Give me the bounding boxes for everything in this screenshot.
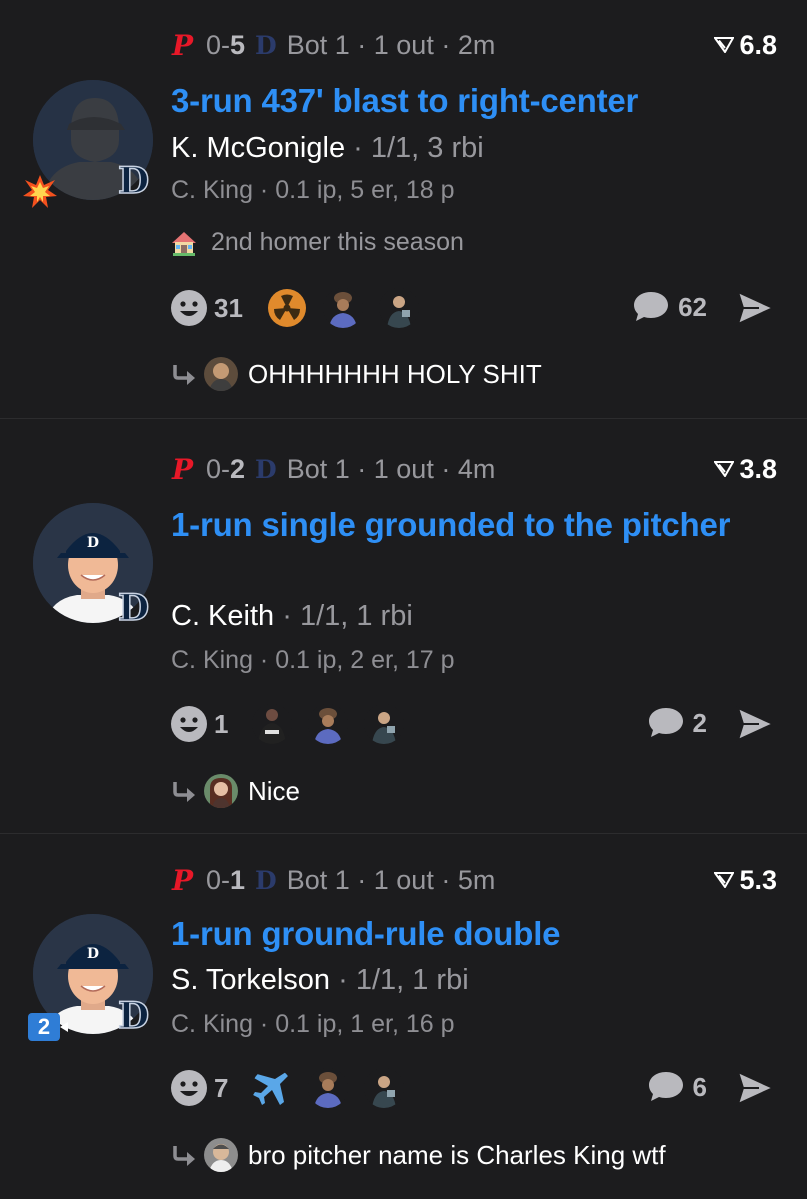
leverage-index: 3.8: [714, 454, 777, 485]
tigers-logo-icon: D: [255, 454, 277, 484]
phillies-logo-icon: P: [172, 28, 194, 62]
reaction-count: 7: [214, 1072, 229, 1103]
batter-line: S. Torkelson · 1/1, 1 rbi: [171, 964, 469, 997]
person-gif-reaction-icon[interactable]: [308, 704, 349, 744]
svg-text:D: D: [87, 535, 99, 551]
leverage-icon: [714, 37, 735, 53]
comment-bubble-icon: [648, 1072, 683, 1101]
reaction-count: 31: [214, 292, 243, 323]
share-send-icon[interactable]: [735, 704, 775, 744]
smiley-reaction-icon[interactable]: [170, 1069, 208, 1107]
radioactive-reaction-icon[interactable]: [267, 288, 307, 328]
comment-count: 2: [692, 707, 707, 738]
situation-text: Bot 1 · 1 out · 2m: [286, 29, 496, 60]
tigers-badge-icon: D: [117, 159, 150, 203]
reply-arrow-icon: [173, 365, 195, 385]
batter-line: K. McGonigle · 1/1, 3 rbi: [171, 132, 484, 165]
person-gif-reaction-icon[interactable]: [364, 704, 405, 744]
person-gif-reaction-icon[interactable]: [308, 1068, 349, 1108]
play-headline[interactable]: 1-run single grounded to the pitcher: [171, 502, 767, 547]
batting-order-pointer: [60, 1022, 68, 1032]
play-meta-row: P 0-5 D Bot 1 · 1 out · 2m 6.8: [172, 28, 777, 62]
reactions-row: 1: [170, 704, 420, 744]
reply-arrow-icon: [173, 782, 195, 802]
leverage-icon: [714, 461, 735, 477]
top-reply[interactable]: Nice: [172, 774, 300, 808]
note-text: 2nd homer this season: [211, 228, 464, 256]
reply-text: Nice: [248, 775, 301, 806]
play-note: 2nd homer this season: [171, 228, 464, 257]
comment-bubble-icon: [634, 292, 669, 321]
pitcher-line: C. King · 0.1 ip, 5 er, 18 p: [171, 176, 455, 204]
comment-count: 6: [692, 1071, 707, 1102]
pitcher-line: C. King · 0.1 ip, 1 er, 16 p: [171, 1010, 455, 1038]
share-send-icon[interactable]: [735, 288, 775, 328]
play-headline[interactable]: 1-run ground-rule double: [171, 911, 767, 956]
phillies-logo-icon: P: [172, 863, 194, 897]
top-reply[interactable]: OHHHHHHH HOLY SHIT: [172, 357, 542, 391]
tigers-logo-icon: D: [255, 30, 277, 60]
house-icon: [172, 231, 196, 256]
play-card[interactable]: P 0-1 D Bot 1 · 1 out · 5m 5.3 D D 1-run…: [0, 833, 807, 1199]
leverage-index: 5.3: [714, 865, 777, 896]
reactions-row: 31: [170, 288, 435, 328]
person-gif-reaction-icon[interactable]: [378, 288, 419, 328]
play-meta-row: P 0-2 D Bot 1 · 1 out · 4m 3.8: [172, 452, 777, 486]
comments-button[interactable]: 2: [647, 706, 707, 740]
person-gif-reaction-icon[interactable]: [364, 1068, 405, 1108]
leverage-icon: [714, 872, 735, 888]
comments-button[interactable]: 6: [647, 1070, 707, 1104]
comments-button[interactable]: 62: [632, 290, 707, 324]
smiley-reaction-icon[interactable]: [170, 289, 208, 327]
tigers-logo-icon: D: [255, 865, 277, 895]
batter-name[interactable]: K. McGonigle: [171, 132, 345, 164]
reply-text: bro pitcher name is Charles King wtf: [248, 1139, 666, 1170]
situation-text: Bot 1 · 1 out · 4m: [286, 453, 496, 484]
leverage-index: 6.8: [714, 30, 777, 61]
comment-bubble-icon: [648, 708, 683, 737]
score: 0-1: [206, 864, 246, 895]
pitcher-line: C. King · 0.1 ip, 2 er, 17 p: [171, 646, 455, 674]
batter-stats: · 1/1, 3 rbi: [345, 132, 484, 164]
comment-count: 62: [678, 291, 707, 322]
commenter-avatar[interactable]: [204, 357, 238, 391]
person-gif-reaction-icon[interactable]: [322, 288, 363, 328]
score: 0-2: [206, 453, 246, 484]
play-card[interactable]: P 0-5 D Bot 1 · 1 out · 2m 6.8 D 3-run 4…: [0, 0, 807, 418]
play-headline[interactable]: 3-run 437' blast to right-center: [171, 78, 767, 123]
airplane-reaction-icon[interactable]: [252, 1068, 292, 1108]
commenter-avatar[interactable]: [204, 774, 238, 808]
reaction-count: 1: [214, 708, 229, 739]
play-card[interactable]: P 0-2 D Bot 1 · 1 out · 4m 3.8 D D 1-run…: [0, 418, 807, 833]
share-send-icon[interactable]: [735, 1068, 775, 1108]
situation-text: Bot 1 · 1 out · 5m: [286, 864, 496, 895]
play-meta-row: P 0-1 D Bot 1 · 1 out · 5m 5.3: [172, 863, 777, 897]
phillies-logo-icon: P: [172, 452, 194, 486]
top-reply[interactable]: bro pitcher name is Charles King wtf: [172, 1138, 666, 1172]
batter-name[interactable]: C. Keith: [171, 600, 274, 632]
batter-line: C. Keith · 1/1, 1 rbi: [171, 600, 413, 633]
player-gif-reaction-icon[interactable]: [252, 704, 293, 744]
score: 0-5: [206, 29, 246, 60]
svg-text:D: D: [87, 946, 99, 962]
explosion-icon: [23, 175, 57, 208]
batter-stats: · 1/1, 1 rbi: [330, 964, 469, 996]
reactions-row: 7: [170, 1068, 420, 1108]
batting-order-badge: 2: [28, 1013, 60, 1041]
tigers-badge-icon: D: [117, 994, 150, 1038]
batter-stats: · 1/1, 1 rbi: [274, 600, 413, 632]
reply-text: OHHHHHHH HOLY SHIT: [248, 358, 542, 389]
batter-name[interactable]: S. Torkelson: [171, 964, 330, 996]
tigers-badge-icon: D: [117, 586, 150, 630]
commenter-avatar[interactable]: [204, 1138, 238, 1172]
reply-arrow-icon: [173, 1146, 195, 1166]
smiley-reaction-icon[interactable]: [170, 705, 208, 743]
